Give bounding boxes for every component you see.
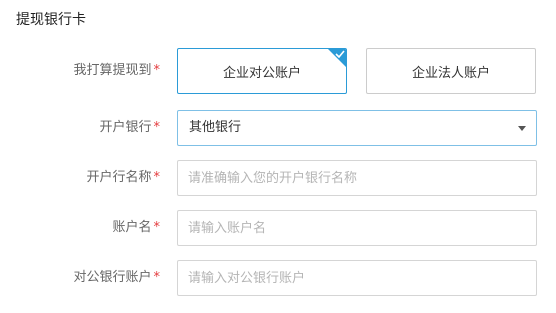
required-mark: *	[153, 170, 161, 185]
account-number-label: 对公银行账户 *	[73, 268, 160, 288]
option-legal-person-account[interactable]: 企业法人账户	[366, 48, 536, 94]
option-corporate-account[interactable]: 企业对公账户	[177, 48, 347, 94]
section-title: 提现银行卡	[16, 12, 86, 28]
account-type-label: 我打算提现到 *	[73, 61, 160, 81]
branch-name-input[interactable]	[177, 160, 537, 196]
bank-label-text: 开户银行	[99, 120, 152, 135]
option-legal-person-account-label: 企业法人账户	[411, 65, 490, 81]
branch-name-label-text: 开户行名称	[86, 170, 152, 185]
account-number-input[interactable]	[177, 260, 537, 296]
caret-down-icon	[518, 126, 526, 131]
checkmark-icon	[328, 49, 346, 67]
account-number-label-text: 对公银行账户	[73, 270, 152, 285]
account-type-label-text: 我打算提现到	[73, 63, 152, 78]
bank-label: 开户银行 *	[99, 118, 160, 138]
option-corporate-account-label: 企业对公账户	[222, 65, 301, 81]
required-mark: *	[153, 220, 161, 235]
required-mark: *	[153, 270, 161, 285]
branch-name-label: 开户行名称 *	[86, 168, 160, 188]
required-mark: *	[153, 63, 161, 78]
account-name-label-text: 账户名	[112, 220, 152, 235]
bank-select-value: 其他银行	[189, 120, 242, 135]
bank-select[interactable]: 其他银行	[177, 110, 537, 146]
account-name-input[interactable]	[177, 210, 537, 246]
account-name-label: 账户名 *	[112, 218, 160, 238]
required-mark: *	[153, 120, 161, 135]
